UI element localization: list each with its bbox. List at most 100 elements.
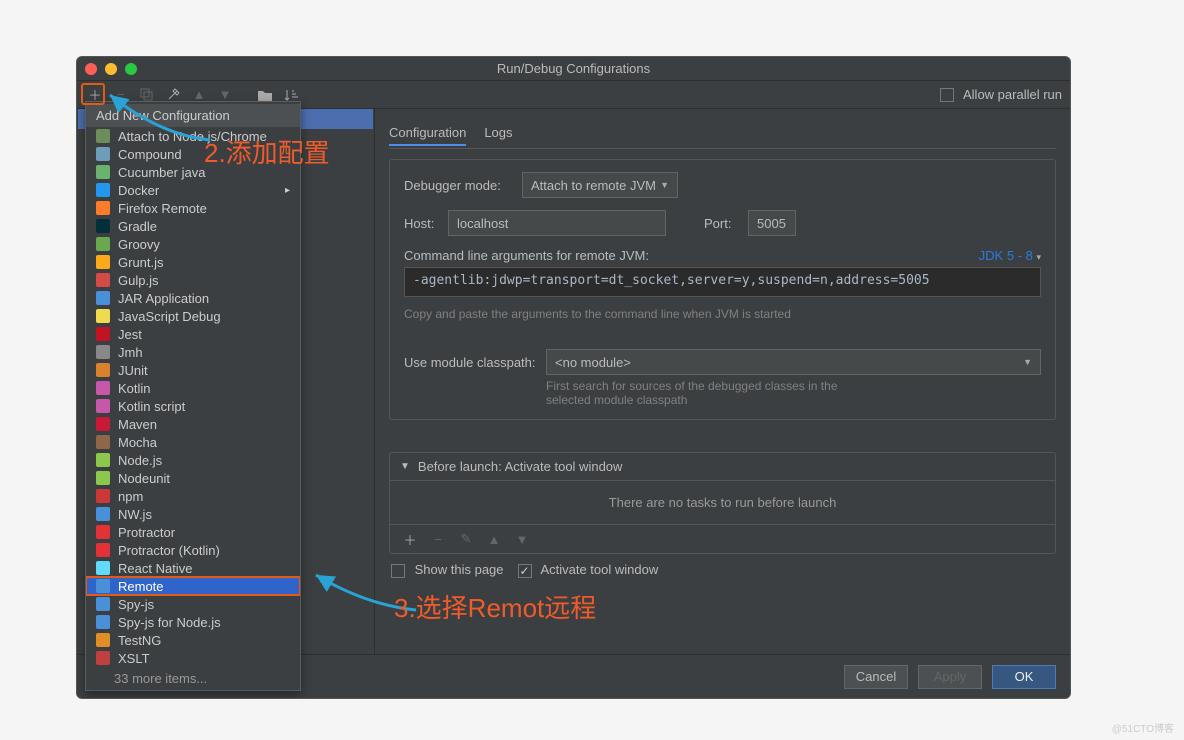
popup-item-spy-js[interactable]: Spy-js bbox=[86, 595, 300, 613]
popup-item-groovy[interactable]: Groovy bbox=[86, 235, 300, 253]
bl-up-button[interactable]: ▲ bbox=[484, 529, 504, 549]
config-type-icon bbox=[96, 615, 110, 629]
popup-item-label: Compound bbox=[118, 147, 182, 162]
config-type-icon bbox=[96, 471, 110, 485]
popup-item-npm[interactable]: npm bbox=[86, 487, 300, 505]
popup-item-grunt-js[interactable]: Grunt.js bbox=[86, 253, 300, 271]
popup-item-kotlin-script[interactable]: Kotlin script bbox=[86, 397, 300, 415]
config-type-icon bbox=[96, 507, 110, 521]
args-textarea[interactable]: -agentlib:jdwp=transport=dt_socket,serve… bbox=[404, 267, 1041, 297]
popup-item-label: Mocha bbox=[118, 435, 157, 450]
popup-item-docker[interactable]: Docker▸ bbox=[86, 181, 300, 199]
popup-item-jest[interactable]: Jest bbox=[86, 325, 300, 343]
popup-item-kotlin[interactable]: Kotlin bbox=[86, 379, 300, 397]
module-label: Use module classpath: bbox=[404, 355, 536, 370]
popup-item-attach-to-node-js-chrome[interactable]: Attach to Node.js/Chrome bbox=[86, 127, 300, 145]
popup-item-testng[interactable]: TestNG bbox=[86, 631, 300, 649]
config-type-icon bbox=[96, 129, 110, 143]
popup-item-label: Protractor (Kotlin) bbox=[118, 543, 220, 558]
ok-button[interactable]: OK bbox=[992, 665, 1056, 689]
tab-configuration[interactable]: Configuration bbox=[389, 121, 466, 146]
debugger-mode-select[interactable]: Attach to remote JVM ▼ bbox=[522, 172, 678, 198]
popup-item-label: NW.js bbox=[118, 507, 152, 522]
bl-down-button[interactable]: ▼ bbox=[512, 529, 532, 549]
close-dot[interactable] bbox=[85, 63, 97, 75]
popup-item-label: Attach to Node.js/Chrome bbox=[118, 129, 267, 144]
activate-checkbox[interactable] bbox=[518, 564, 532, 578]
show-this-page-option[interactable]: Show this page bbox=[391, 562, 504, 578]
popup-item-label: Spy-js for Node.js bbox=[118, 615, 221, 630]
popup-item-node-js[interactable]: Node.js bbox=[86, 451, 300, 469]
popup-item-spy-js-for-node-js[interactable]: Spy-js for Node.js bbox=[86, 613, 300, 631]
apply-button[interactable]: Apply bbox=[918, 665, 982, 689]
window-title: Run/Debug Configurations bbox=[497, 61, 650, 76]
popup-item-nw-js[interactable]: NW.js bbox=[86, 505, 300, 523]
popup-item-xslt[interactable]: XSLT bbox=[86, 649, 300, 667]
config-type-icon bbox=[96, 453, 110, 467]
tabs: Configuration Logs bbox=[389, 121, 1056, 149]
popup-item-protractor[interactable]: Protractor bbox=[86, 523, 300, 541]
allow-parallel-checkbox[interactable] bbox=[940, 88, 954, 102]
minimize-dot[interactable] bbox=[105, 63, 117, 75]
config-type-icon bbox=[96, 363, 110, 377]
host-label: Host: bbox=[404, 216, 438, 231]
popup-item-cucumber-java[interactable]: Cucumber java bbox=[86, 163, 300, 181]
before-launch-label: Before launch: Activate tool window bbox=[418, 459, 623, 474]
popup-item-maven[interactable]: Maven bbox=[86, 415, 300, 433]
activate-tool-window-option[interactable]: Activate tool window bbox=[518, 562, 659, 578]
popup-item-label: Gulp.js bbox=[118, 273, 158, 288]
config-type-icon bbox=[96, 525, 110, 539]
config-type-icon bbox=[96, 489, 110, 503]
popup-item-jar-application[interactable]: JAR Application bbox=[86, 289, 300, 307]
popup-item-compound[interactable]: Compound bbox=[86, 145, 300, 163]
config-type-icon bbox=[96, 345, 110, 359]
config-type-icon bbox=[96, 147, 110, 161]
args-hint: Copy and paste the arguments to the comm… bbox=[404, 307, 1041, 321]
zoom-dot[interactable] bbox=[125, 63, 137, 75]
popup-item-gradle[interactable]: Gradle bbox=[86, 217, 300, 235]
config-type-icon bbox=[96, 543, 110, 557]
config-type-icon bbox=[96, 597, 110, 611]
popup-item-label: TestNG bbox=[118, 633, 161, 648]
popup-title: Add New Configuration bbox=[86, 104, 300, 127]
module-select[interactable]: <no module> ▼ bbox=[546, 349, 1041, 375]
popup-item-javascript-debug[interactable]: JavaScript Debug bbox=[86, 307, 300, 325]
popup-list: Attach to Node.js/Chrome CompoundCucumber… bbox=[86, 127, 300, 667]
chevron-down-icon: ▾ bbox=[1036, 252, 1041, 262]
config-type-icon bbox=[96, 273, 110, 287]
config-type-icon bbox=[96, 291, 110, 305]
popup-item-jmh[interactable]: Jmh bbox=[86, 343, 300, 361]
popup-item-remote[interactable]: Remote bbox=[86, 577, 300, 595]
config-type-icon bbox=[96, 237, 110, 251]
bl-edit-button[interactable]: ✎ bbox=[456, 529, 476, 549]
popup-item-junit[interactable]: JUnit bbox=[86, 361, 300, 379]
popup-item-label: React Native bbox=[118, 561, 192, 576]
config-type-icon bbox=[96, 381, 110, 395]
popup-item-protractor-kotlin-[interactable]: Protractor (Kotlin) bbox=[86, 541, 300, 559]
submenu-arrow-icon: ▸ bbox=[285, 185, 290, 196]
popup-item-gulp-js[interactable]: Gulp.js bbox=[86, 271, 300, 289]
bl-add-button[interactable]: ＋ bbox=[400, 529, 420, 549]
allow-parallel-run[interactable]: Allow parallel run bbox=[940, 87, 1062, 103]
popup-item-label: npm bbox=[118, 489, 143, 504]
popup-item-label: Maven bbox=[118, 417, 157, 432]
popup-item-label: Gradle bbox=[118, 219, 157, 234]
cancel-button[interactable]: Cancel bbox=[844, 665, 908, 689]
popup-item-react-native[interactable]: React Native bbox=[86, 559, 300, 577]
port-input[interactable] bbox=[748, 210, 796, 236]
show-page-checkbox[interactable] bbox=[391, 564, 405, 578]
bl-remove-button[interactable]: − bbox=[428, 529, 448, 549]
args-label: Command line arguments for remote JVM: bbox=[404, 248, 969, 263]
tab-logs[interactable]: Logs bbox=[484, 121, 512, 146]
jdk-version-link[interactable]: JDK 5 - 8 ▾ bbox=[979, 248, 1041, 263]
popup-item-firefox-remote[interactable]: Firefox Remote bbox=[86, 199, 300, 217]
host-input[interactable] bbox=[448, 210, 666, 236]
debugger-mode-label: Debugger mode: bbox=[404, 178, 512, 193]
config-type-icon bbox=[96, 309, 110, 323]
popup-item-mocha[interactable]: Mocha bbox=[86, 433, 300, 451]
config-type-icon bbox=[96, 327, 110, 341]
popup-item-nodeunit[interactable]: Nodeunit bbox=[86, 469, 300, 487]
collapse-icon[interactable]: ▼ bbox=[400, 461, 410, 472]
popup-item-label: XSLT bbox=[118, 651, 150, 666]
popup-more[interactable]: 33 more items... bbox=[86, 667, 300, 690]
